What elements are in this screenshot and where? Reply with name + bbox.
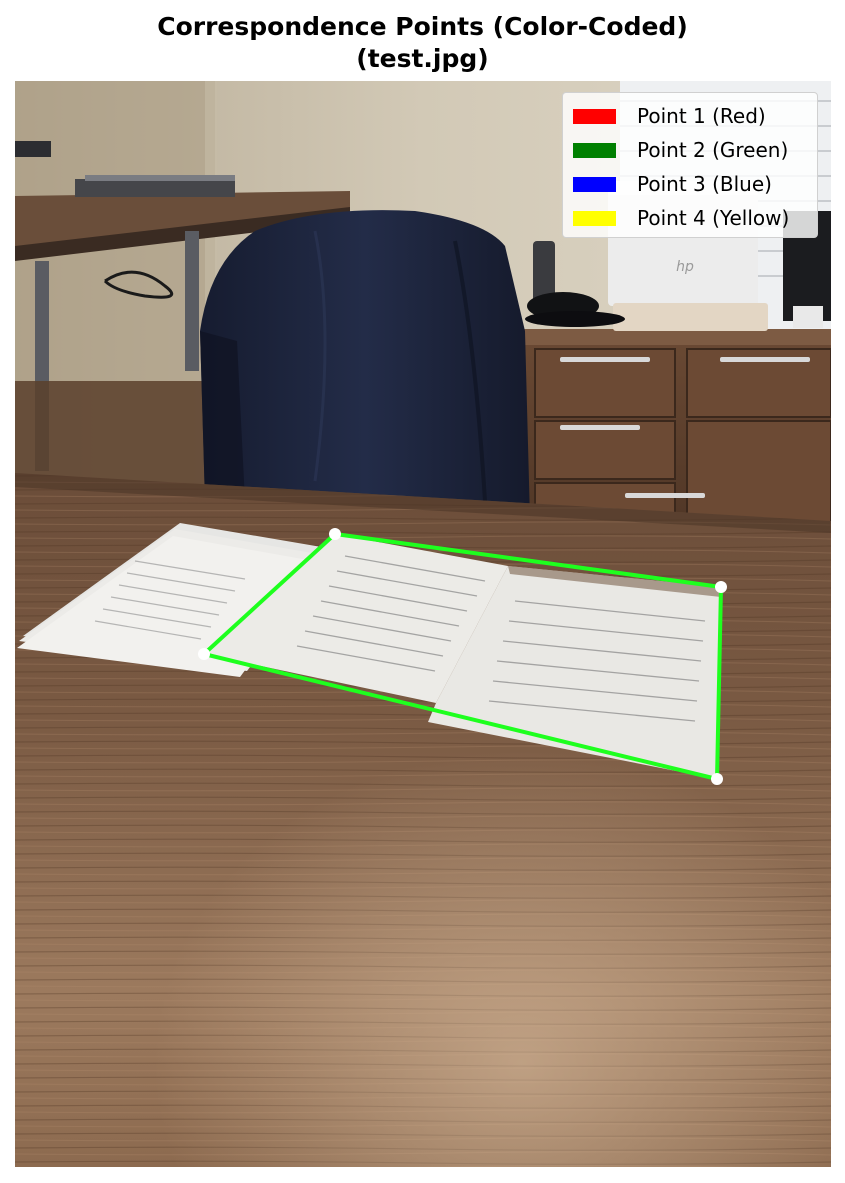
chair-with-jacket bbox=[200, 210, 530, 519]
point-4-marker bbox=[198, 648, 210, 660]
point-3-marker bbox=[711, 773, 723, 785]
legend-swatch-blue bbox=[573, 176, 616, 192]
legend-item-point-2: Point 2 (Green) bbox=[573, 133, 809, 167]
legend-item-point-1: Point 1 (Red) bbox=[573, 99, 809, 133]
photo-panel: hp bbox=[15, 81, 831, 1167]
legend-label: Point 4 (Yellow) bbox=[637, 206, 790, 230]
figure-title: Correspondence Points (Color-Coded) bbox=[157, 12, 688, 41]
legend-label: Point 3 (Blue) bbox=[637, 172, 772, 196]
legend-swatch-red bbox=[573, 108, 616, 124]
legend-swatch-green bbox=[573, 142, 616, 158]
legend-swatch-yellow bbox=[573, 210, 616, 226]
legend-item-point-4: Point 4 (Yellow) bbox=[573, 201, 809, 235]
legend-label: Point 1 (Red) bbox=[637, 104, 766, 128]
legend-label: Point 2 (Green) bbox=[637, 138, 789, 162]
point-2-marker bbox=[715, 581, 727, 593]
figure-subtitle: (test.jpg) bbox=[356, 44, 489, 73]
office-desk-photo: hp bbox=[15, 81, 831, 1167]
legend-item-point-3: Point 3 (Blue) bbox=[573, 167, 809, 201]
point-1-marker bbox=[329, 528, 341, 540]
printer-logo: hp bbox=[676, 259, 694, 275]
legend: Point 1 (Red) Point 2 (Green) Point 3 (B… bbox=[562, 92, 818, 238]
